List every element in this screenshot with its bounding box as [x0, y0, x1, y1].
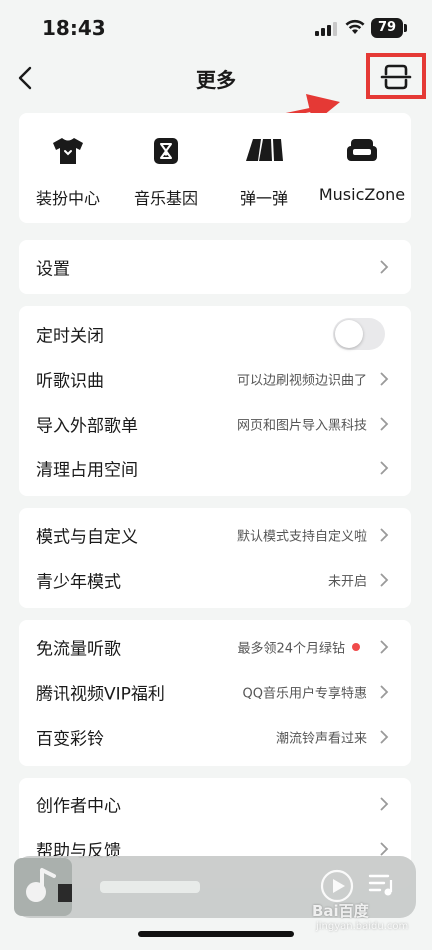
- free-data-row[interactable]: 免流量听歌 最多领24个月绿钻: [19, 625, 411, 670]
- tshirt-icon: [53, 138, 83, 164]
- row-subtitle: 未开启: [327, 574, 367, 590]
- scan-button-highlight[interactable]: [366, 53, 426, 99]
- creator-center-row[interactable]: 创作者中心: [19, 782, 411, 827]
- piano-keys-icon: [246, 139, 283, 161]
- row-title: 定时关闭: [36, 326, 104, 347]
- shortcut-music-zone[interactable]: MusicZone: [313, 113, 411, 223]
- play-circle-icon[interactable]: [320, 869, 354, 903]
- album-cover[interactable]: [14, 858, 72, 916]
- clear-storage-row[interactable]: 清理占用空间: [19, 446, 411, 491]
- row-title: 百变彩铃: [36, 729, 104, 750]
- tools-card: 定时关闭 听歌识曲 可以边刷视频边识曲了 导入外部歌单 网页和图片导入黑科技 清…: [19, 306, 411, 496]
- shortcut-dress-up[interactable]: 装扮中心: [19, 113, 117, 223]
- row-subtitle: 潮流铃声看过来: [275, 731, 367, 747]
- sofa-icon: [347, 139, 377, 161]
- row-title: 免流量听歌: [36, 639, 121, 660]
- song-title-blurred: [100, 881, 200, 893]
- row-title: 清理占用空间: [36, 460, 138, 481]
- row-subtitle: 最多领24个月绿钻: [237, 641, 345, 657]
- shortcut-label: 弹一弹: [239, 189, 288, 208]
- home-indicator[interactable]: [138, 931, 294, 937]
- toggle-knob: [335, 320, 363, 349]
- ringtone-row[interactable]: 百变彩铃 潮流铃声看过来: [19, 714, 411, 759]
- watermark-url: jingyan.baidu.com: [316, 921, 409, 932]
- row-subtitle: 网页和图片导入黑科技: [236, 418, 367, 434]
- row-subtitle: 默认模式支持自定义啦: [236, 529, 367, 545]
- chevron-right-icon: [380, 842, 389, 856]
- row-title: 青少年模式: [36, 572, 121, 593]
- song-recognition-row[interactable]: 听歌识曲 可以边刷视频边识曲了: [19, 357, 411, 402]
- hourglass-icon: [154, 138, 178, 164]
- chevron-right-icon: [380, 462, 389, 475]
- wifi-icon: [345, 19, 365, 34]
- row-title: 听歌识曲: [36, 371, 104, 392]
- chevron-right-icon: [380, 730, 389, 744]
- signal-icon: [315, 22, 337, 36]
- row-subtitle: 可以边刷视频边识曲了: [236, 373, 367, 389]
- row-title: 模式与自定义: [36, 527, 138, 548]
- shortcut-label: 音乐基因: [133, 189, 198, 208]
- shortcut-music-gene[interactable]: 音乐基因: [117, 113, 215, 223]
- sleep-timer-row[interactable]: 定时关闭: [19, 312, 411, 357]
- status-time: 18:43: [42, 16, 106, 40]
- sleep-timer-toggle[interactable]: [333, 318, 385, 351]
- settings-card: 设置: [19, 240, 411, 294]
- settings-row[interactable]: 设置: [19, 240, 411, 294]
- status-bar: 18:43 79: [0, 0, 432, 52]
- chevron-right-icon: [380, 260, 389, 274]
- row-title: 设置: [36, 259, 70, 280]
- mode-card: 模式与自定义 默认模式支持自定义啦 青少年模式 未开启: [19, 508, 411, 608]
- import-playlist-row[interactable]: 导入外部歌单 网页和图片导入黑科技: [19, 401, 411, 446]
- scan-icon: [380, 64, 412, 90]
- chevron-right-icon: [380, 417, 389, 431]
- benefits-card: 免流量听歌 最多领24个月绿钻 腾讯视频VIP福利 QQ音乐用户专享特惠 百变彩…: [19, 620, 411, 766]
- chevron-right-icon: [380, 528, 389, 542]
- teen-mode-row[interactable]: 青少年模式 未开启: [19, 558, 411, 603]
- battery-indicator: 79: [371, 18, 403, 38]
- battery-tip: [404, 24, 407, 32]
- chevron-right-icon: [380, 685, 389, 699]
- shortcuts-card: 装扮中心 音乐基因 弹一弹 MusicZone: [19, 113, 411, 223]
- row-title: 腾讯视频VIP福利: [36, 684, 165, 705]
- shortcut-tap-tap[interactable]: 弹一弹: [215, 113, 313, 223]
- shortcut-label: 装扮中心: [35, 189, 100, 208]
- playlist-icon[interactable]: [368, 872, 396, 898]
- mode-custom-row[interactable]: 模式与自定义 默认模式支持自定义啦: [19, 513, 411, 558]
- row-subtitle: QQ音乐用户专享特惠: [242, 686, 367, 702]
- chevron-right-icon: [380, 372, 389, 386]
- row-title: 创作者中心: [36, 796, 121, 817]
- music-note-icon: [26, 868, 72, 902]
- tencent-video-vip-row[interactable]: 腾讯视频VIP福利 QQ音乐用户专享特惠: [19, 670, 411, 715]
- chevron-right-icon: [380, 640, 389, 654]
- chevron-right-icon: [380, 797, 389, 811]
- row-title: 导入外部歌单: [36, 416, 138, 437]
- chevron-right-icon: [380, 573, 389, 587]
- shortcut-label: MusicZone: [318, 185, 406, 204]
- notification-dot: [352, 643, 360, 652]
- watermark-logo: Bai百度: [312, 902, 369, 920]
